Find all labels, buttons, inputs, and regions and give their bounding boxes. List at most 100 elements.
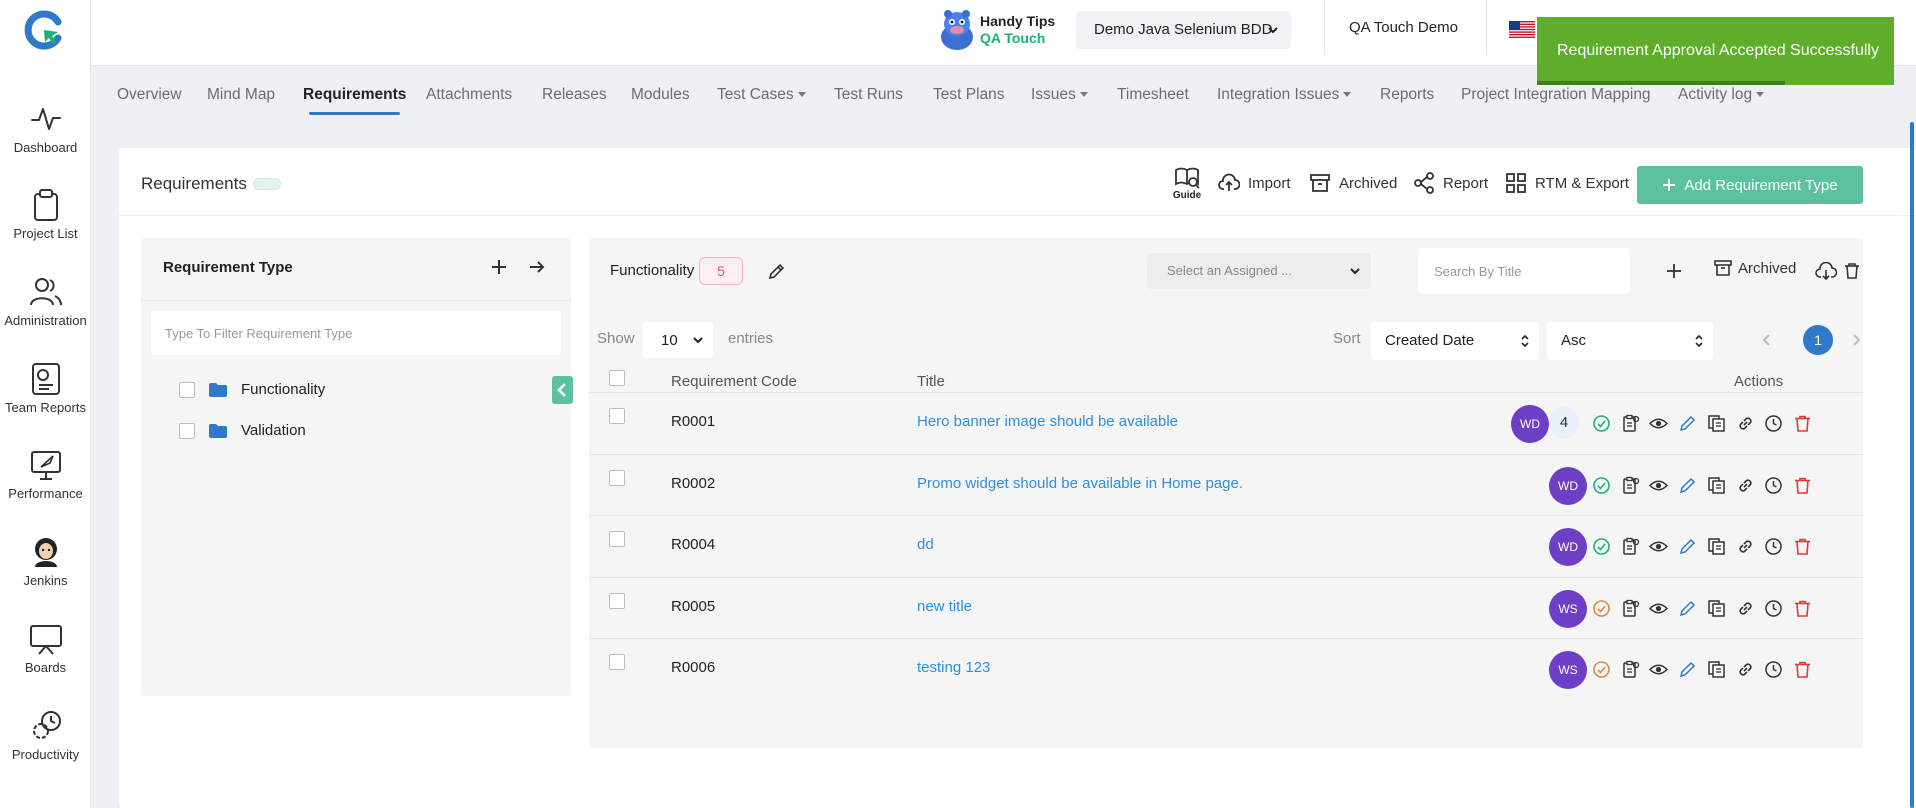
collapse-panel-button[interactable] [552,376,573,404]
requirement-title-link[interactable]: Promo widget should be available in Home… [917,475,1243,492]
tab-reports[interactable]: Reports [1380,86,1434,104]
row-checkbox[interactable] [609,592,625,609]
tab-issues[interactable]: Issues [1031,86,1088,104]
filter-requirement-type-input[interactable] [151,311,561,355]
requirement-title-link[interactable]: new title [917,598,972,615]
eye-icon[interactable] [1649,476,1669,495]
pencil-icon[interactable] [1678,537,1697,556]
copy-icon[interactable] [1707,537,1726,556]
copy-icon[interactable] [1707,660,1726,679]
tab-timesheet[interactable]: Timesheet [1117,86,1189,104]
tab-requirements[interactable]: Requirements [303,86,406,115]
clipboard-icon[interactable] [1621,660,1640,679]
clock-icon[interactable] [1764,537,1783,556]
approval-status-icon[interactable] [1592,476,1611,495]
handy-tips[interactable]: Handy Tips QA Touch [980,13,1055,47]
organization-name[interactable]: QA Touch Demo [1349,19,1458,36]
checkbox[interactable] [179,422,195,439]
link-icon[interactable] [1736,599,1755,618]
sort-order-select[interactable]: Asc [1547,322,1713,360]
assignee-select[interactable]: Select an Assigned ... [1147,253,1371,289]
add-requirement-type-button[interactable]: Add Requirement Type [1637,166,1863,204]
clipboard-icon[interactable] [1621,476,1640,495]
clipboard-icon[interactable] [1621,537,1640,556]
sort-field-select[interactable]: Created Date [1371,322,1539,360]
assignee-avatar[interactable]: WD [1549,466,1587,505]
sidebar-item-project-list[interactable]: Project List [0,188,91,241]
pencil-icon[interactable] [1678,476,1697,495]
approval-status-icon[interactable] [1592,660,1611,679]
add-requirement-plus-icon[interactable] [1665,262,1683,280]
success-toast[interactable]: Requirement Approval Accepted Successful… [1537,17,1894,85]
approval-status-icon[interactable] [1592,414,1611,433]
sidebar-item-administration[interactable]: Administration [0,275,91,328]
column-header-title[interactable]: Title [917,373,945,390]
assignee-avatar[interactable]: WS [1549,651,1587,689]
sidebar-item-performance[interactable]: Performance [0,448,91,501]
qatouch-logo[interactable] [24,10,64,50]
approval-status-icon[interactable] [1592,599,1611,618]
tab-test-runs[interactable]: Test Runs [834,86,903,104]
sidebar-item-productivity[interactable]: Productivity [0,709,91,762]
clipboard-icon[interactable] [1621,414,1640,433]
sidebar-item-team-reports[interactable]: Team Reports [0,362,91,415]
trash-icon[interactable] [1793,537,1812,556]
clipboard-icon[interactable] [1621,599,1640,618]
requirement-title-link[interactable]: dd [917,536,934,553]
column-header-code[interactable]: Requirement Code [671,373,797,390]
copy-icon[interactable] [1707,599,1726,618]
select-all-checkbox[interactable] [609,370,625,386]
tree-item-functionality[interactable]: Functionality [179,381,325,398]
tab-integration-issues[interactable]: Integration Issues [1217,86,1352,104]
cloud-download-icon[interactable] [1815,262,1837,280]
tab-test-plans[interactable]: Test Plans [933,86,1005,104]
page-scrollbar[interactable] [1910,122,1914,808]
clock-icon[interactable] [1764,660,1783,679]
row-checkbox[interactable] [609,654,625,670]
pencil-icon[interactable] [767,263,785,281]
search-by-title-input[interactable] [1418,248,1630,294]
project-select[interactable]: Demo Java Selenium BDD [1076,11,1291,49]
us-flag-icon[interactable] [1509,21,1535,38]
trash-icon[interactable] [1793,660,1812,679]
tab-activity-log[interactable]: Activity log [1678,86,1765,104]
arrow-right-icon[interactable] [528,258,546,276]
row-checkbox[interactable] [609,531,625,547]
tab-attachments[interactable]: Attachments [426,86,512,104]
add-type-plus-icon[interactable] [490,258,508,276]
link-icon[interactable] [1736,660,1755,679]
copy-icon[interactable] [1707,476,1726,495]
pencil-icon[interactable] [1678,599,1697,618]
chevron-left-icon[interactable] [1757,330,1777,350]
guide-button[interactable]: Guide [1171,166,1203,201]
link-icon[interactable] [1736,476,1755,495]
sidebar-item-boards[interactable]: Boards [0,622,91,675]
pencil-icon[interactable] [1678,660,1697,679]
pencil-icon[interactable] [1678,414,1697,433]
clock-icon[interactable] [1764,414,1783,433]
assignee-avatar[interactable]: WD [1511,405,1549,443]
trash-icon[interactable] [1793,414,1812,433]
entries-per-page-select[interactable]: 10 [643,322,713,358]
approval-status-icon[interactable] [1592,537,1611,556]
tab-mind-map[interactable]: Mind Map [207,86,275,104]
linked-count-badge[interactable]: 4 [1549,407,1579,439]
tree-item-validation[interactable]: Validation [179,422,306,439]
eye-icon[interactable] [1649,599,1669,618]
archived-requirements-button[interactable]: Archived [1714,259,1796,277]
eye-icon[interactable] [1649,414,1669,433]
link-icon[interactable] [1736,414,1755,433]
clock-icon[interactable] [1764,599,1783,618]
tab-test-cases[interactable]: Test Cases [717,86,806,104]
eye-icon[interactable] [1649,660,1669,679]
sidebar-item-dashboard[interactable]: Dashboard [0,102,91,155]
trash-icon[interactable] [1793,599,1812,618]
rtm-export-button[interactable]: RTM & Export [1505,172,1629,194]
tab-project-integration-mapping[interactable]: Project Integration Mapping [1461,86,1651,104]
trash-icon[interactable] [1843,262,1861,280]
row-checkbox[interactable] [609,408,625,424]
chevron-right-icon[interactable] [1846,330,1866,350]
trash-icon[interactable] [1793,476,1812,495]
link-icon[interactable] [1736,537,1755,556]
tab-modules[interactable]: Modules [631,86,690,104]
